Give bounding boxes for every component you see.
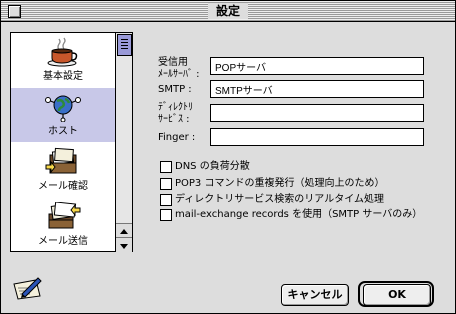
pop-server-input[interactable]: [210, 57, 424, 75]
category-list: 基本設定 ホスト メール確認 メール送信: [10, 32, 133, 252]
checkbox-box[interactable]: [160, 178, 172, 190]
category-label: メール送信: [38, 236, 88, 247]
category-label: 基本設定: [43, 71, 83, 82]
arrow-down-icon: [120, 244, 128, 249]
pen-paper-icon: [13, 277, 42, 300]
cancel-button[interactable]: キャンセル: [281, 284, 349, 306]
mail-check-icon: [45, 147, 77, 174]
category-item-host[interactable]: ホスト: [11, 88, 115, 142]
coffee-cup-icon: [47, 37, 78, 67]
scroll-thumb[interactable]: [117, 34, 132, 56]
checkbox-label: ディレクトリサービス検索のリアルタイム処理: [175, 194, 384, 205]
finger-input[interactable]: [210, 128, 424, 146]
checkbox-box[interactable]: [160, 194, 172, 206]
category-item-basic[interactable]: 基本設定: [11, 33, 115, 87]
category-label: メール確認: [38, 181, 88, 192]
title-bar[interactable]: 設定: [1, 1, 455, 22]
checkbox-box[interactable]: [160, 161, 172, 173]
directory-service-label: ﾃﾞｨﾚｸﾄﾘ ｻｰﾋﾞｽ :: [158, 102, 193, 126]
checkbox-label: mail-exchange records を使用（SMTP サーバのみ）: [175, 209, 423, 220]
pop-label-line2: ﾒｰﾙｻｰﾊﾞ :: [158, 69, 200, 80]
finger-label: Finger :: [158, 132, 196, 143]
checkbox-box[interactable]: [160, 209, 172, 221]
category-label: ホスト: [48, 126, 78, 137]
directory-service-input[interactable]: [210, 104, 424, 122]
checkbox-label: DNS の負荷分散: [175, 161, 250, 172]
dir-label-line2: ｻｰﾋﾞｽ :: [158, 114, 190, 125]
ok-button-default-ring: OK: [358, 281, 434, 307]
globe-network-icon: [45, 95, 81, 122]
settings-window: 設定 基本設定 ホスト メール確認 メール送信 受信用 ﾒｰﾙｻｰﾊﾞ: PO…: [0, 0, 456, 314]
pop-server-label: 受信用 ﾒｰﾙｻｰﾊﾞ :: [158, 57, 200, 81]
smtp-server-input[interactable]: [210, 80, 424, 98]
dir-label-line1: ﾃﾞｨﾚｸﾄﾘ: [158, 102, 193, 113]
close-box[interactable]: [8, 5, 21, 18]
window-title: 設定: [207, 3, 249, 19]
smtp-label: SMTP :: [158, 84, 192, 95]
category-item-mail-check[interactable]: メール確認: [11, 143, 115, 197]
scroll-down-arrow[interactable]: [116, 237, 132, 252]
category-item-mail-send[interactable]: メール送信: [11, 198, 115, 252]
pop-label-line1: 受信用: [158, 57, 188, 68]
mail-send-icon: [48, 202, 81, 229]
list-scrollbar[interactable]: [115, 33, 132, 252]
ok-button[interactable]: OK: [363, 284, 431, 306]
checkbox-label: POP3 コマンドの重複発行（処理向上のため）: [175, 178, 385, 189]
